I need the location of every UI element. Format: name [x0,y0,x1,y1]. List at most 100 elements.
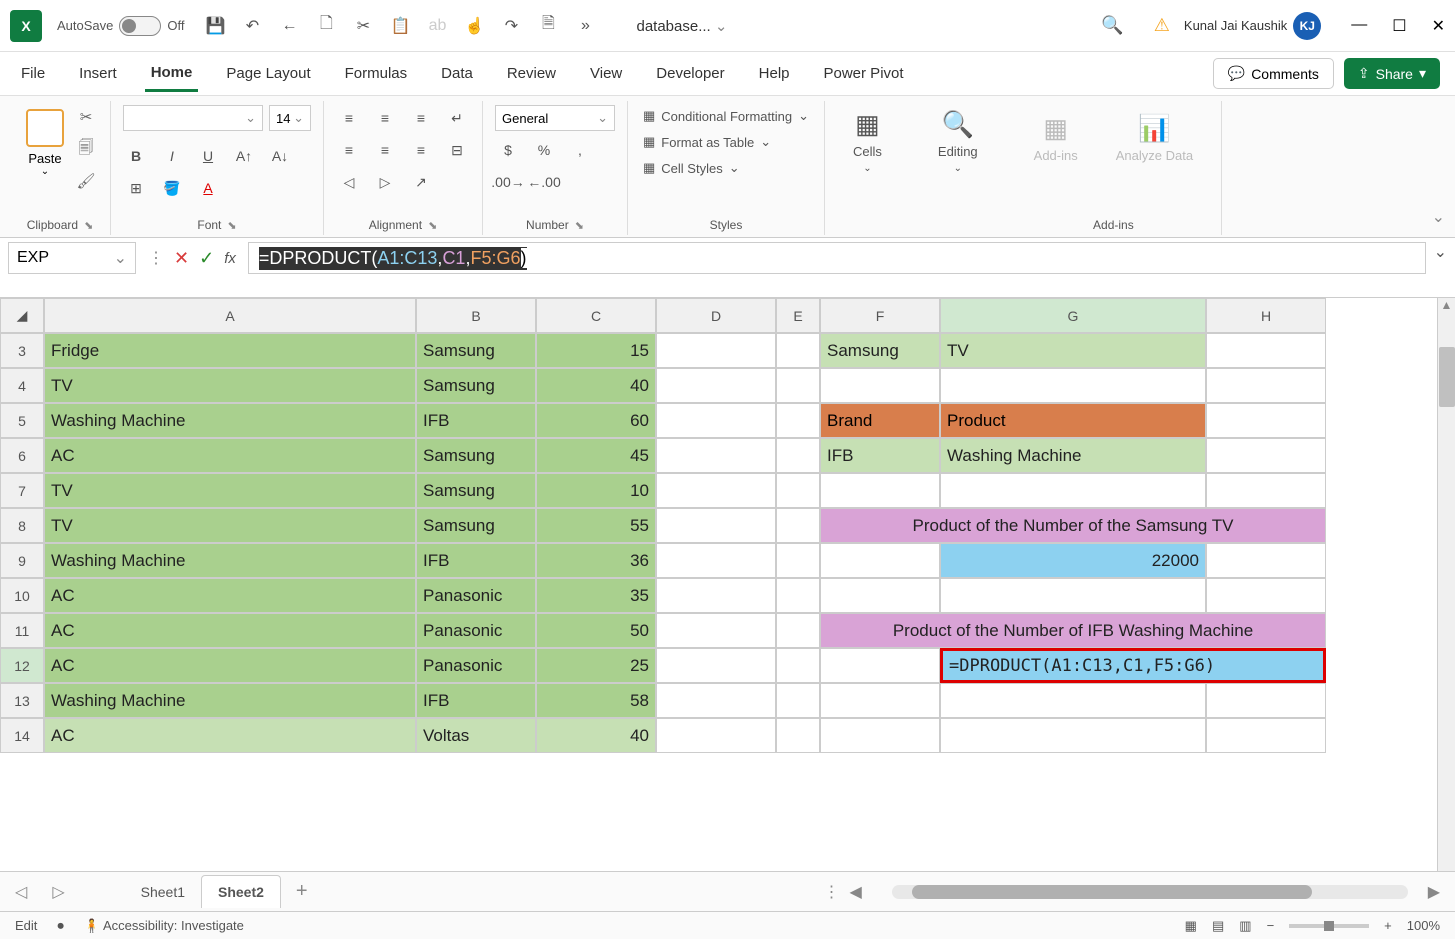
increase-decimal-button[interactable]: .00→ [495,169,521,195]
wrap-text-button[interactable]: ↵ [444,105,470,131]
cell-merged[interactable]: Product of the Number of IFB Washing Mac… [820,613,1326,648]
cell[interactable] [776,473,820,508]
cell[interactable] [1206,403,1326,438]
align-bottom-button[interactable]: ≡ [408,105,434,131]
horizontal-scrollbar[interactable] [892,885,1408,899]
cell[interactable] [1206,473,1326,508]
prev-sheet-icon[interactable]: ◁ [15,882,27,902]
zoom-slider[interactable] [1289,924,1369,928]
cell[interactable] [656,543,776,578]
alignment-launcher-icon[interactable]: ⬊ [428,219,437,232]
col-header-E[interactable]: E [776,298,820,333]
tab-page-layout[interactable]: Page Layout [220,57,316,90]
accessibility-status[interactable]: 🧍 Accessibility: Investigate [84,918,244,934]
cell[interactable]: IFB [416,403,536,438]
cell[interactable] [940,368,1206,403]
cell[interactable] [776,438,820,473]
cell[interactable]: TV [44,473,416,508]
cell[interactable]: 40 [536,718,656,753]
cell[interactable]: AC [44,648,416,683]
row-header[interactable]: 4 [0,368,44,403]
col-header-D[interactable]: D [656,298,776,333]
row-header[interactable]: 11 [0,613,44,648]
cell[interactable]: Washing Machine [44,543,416,578]
merge-button[interactable]: ⊟ [444,137,470,163]
cell[interactable]: Washing Machine [940,438,1206,473]
cell[interactable]: 58 [536,683,656,718]
cell[interactable]: Panasonic [416,613,536,648]
filename[interactable]: database... ⌄ [636,17,727,35]
cell[interactable] [1206,368,1326,403]
col-header-H[interactable]: H [1206,298,1326,333]
cell[interactable]: Samsung [416,368,536,403]
cell[interactable] [776,403,820,438]
row-header[interactable]: 10 [0,578,44,613]
zoom-in-button[interactable]: + [1384,918,1392,933]
collapse-ribbon-icon[interactable]: ⌄ [1432,207,1445,227]
increase-indent-button[interactable]: ▷ [372,169,398,195]
view-break-icon[interactable]: ▥ [1239,918,1251,934]
share-button[interactable]: ⇪ Share ▾ [1344,58,1440,89]
tab-review[interactable]: Review [501,57,562,90]
cell[interactable]: IFB [820,438,940,473]
view-page-icon[interactable]: ▤ [1212,918,1224,934]
scroll-left-icon[interactable]: ◀ [850,882,862,902]
autosave-toggle[interactable]: AutoSave Off [57,16,184,36]
cell[interactable]: IFB [416,683,536,718]
cell[interactable] [940,578,1206,613]
redo-back-icon[interactable]: ← [278,15,300,37]
tab-formulas[interactable]: Formulas [339,57,414,90]
tab-developer[interactable]: Developer [650,57,730,90]
cell[interactable] [656,333,776,368]
cell[interactable]: 36 [536,543,656,578]
cell[interactable] [776,578,820,613]
sheet-options-icon[interactable]: ⋮ [824,882,840,902]
cell[interactable]: 22000 [940,543,1206,578]
name-box[interactable]: EXP ⌄ [8,242,136,274]
row-header[interactable]: 12 [0,648,44,683]
cell[interactable]: AC [44,438,416,473]
tab-file[interactable]: File [15,57,51,90]
tab-data[interactable]: Data [435,57,479,90]
close-button[interactable]: ✕ [1432,16,1445,36]
cell[interactable] [776,648,820,683]
user-account[interactable]: ⚠ Kunal Jai Kaushik KJ [1154,12,1321,40]
format-as-table-button[interactable]: ▦Format as Table ⌄ [640,131,812,153]
cell[interactable]: AC [44,613,416,648]
cell[interactable] [776,368,820,403]
cell[interactable]: 55 [536,508,656,543]
cell[interactable]: 40 [536,368,656,403]
decrease-decimal-button[interactable]: ←.00 [531,169,557,195]
col-header-B[interactable]: B [416,298,536,333]
align-center-button[interactable]: ≡ [372,137,398,163]
row-header[interactable]: 6 [0,438,44,473]
cells-button[interactable]: ▦ Cells ⌄ [837,101,898,182]
save-icon[interactable]: 💾 [204,15,226,37]
view-normal-icon[interactable]: ▦ [1185,918,1197,934]
paste-button[interactable]: Paste ⌄ [22,105,68,181]
percent-button[interactable]: % [531,137,557,163]
font-color-button[interactable]: A [195,175,221,201]
tab-view[interactable]: View [584,57,628,90]
align-right-button[interactable]: ≡ [408,137,434,163]
comments-button[interactable]: 💬 Comments [1213,58,1334,89]
redo-icon[interactable]: ↷ [500,15,522,37]
cell[interactable]: Panasonic [416,648,536,683]
number-format-select[interactable]: General⌄ [495,105,615,131]
decrease-indent-button[interactable]: ◁ [336,169,362,195]
scrollbar-thumb[interactable] [1439,347,1455,407]
zoom-level[interactable]: 100% [1407,918,1440,933]
cell[interactable]: Samsung [416,438,536,473]
cell[interactable]: 45 [536,438,656,473]
cell[interactable]: TV [44,368,416,403]
cell[interactable]: 15 [536,333,656,368]
sheet-tab[interactable]: Sheet1 [125,876,201,908]
cell[interactable]: TV [44,508,416,543]
cell[interactable] [656,683,776,718]
cell[interactable] [776,683,820,718]
fill-color-button[interactable]: 🪣 [159,175,185,201]
orientation-button[interactable]: ↗ [408,169,434,195]
conditional-formatting-button[interactable]: ▦Conditional Formatting ⌄ [640,105,812,127]
cell[interactable] [656,613,776,648]
select-all[interactable]: ◢ [0,298,44,333]
